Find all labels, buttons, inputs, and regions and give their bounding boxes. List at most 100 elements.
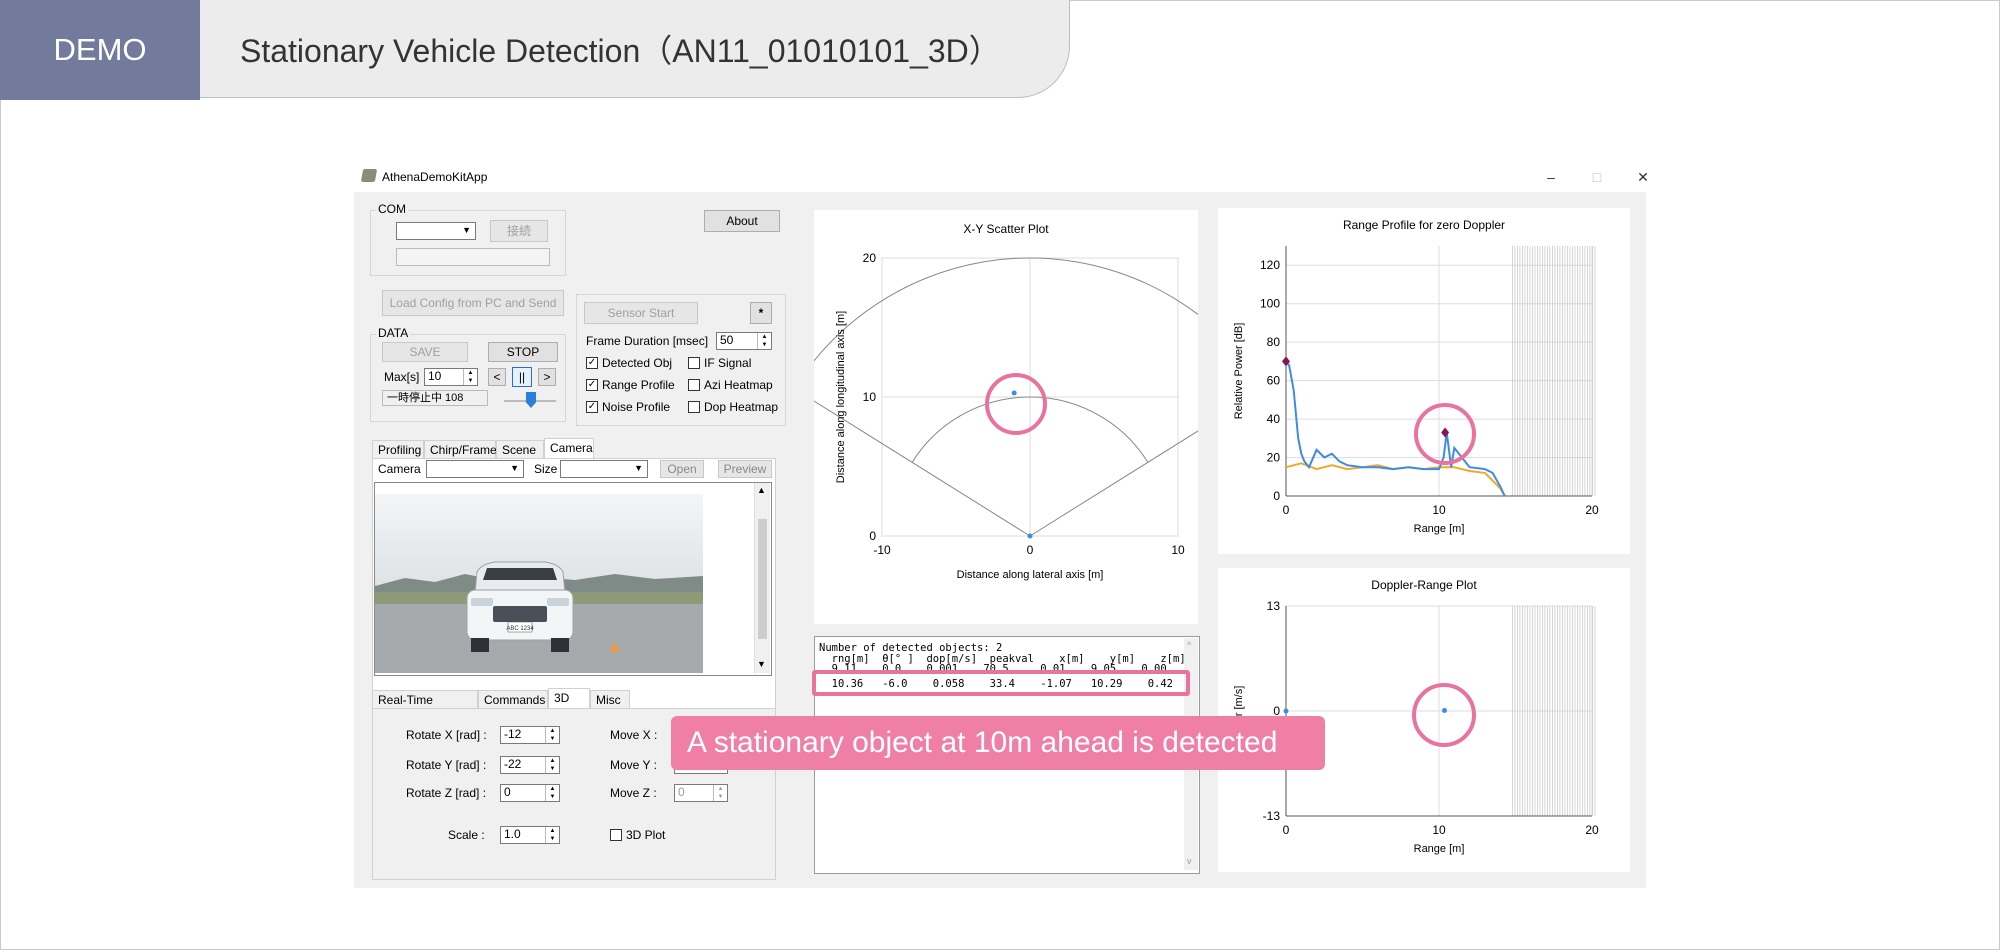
prev-frame-button[interactable]: < [488, 368, 506, 386]
next-frame-button[interactable]: > [538, 368, 556, 386]
scatter-y-tick: 0 [869, 529, 876, 543]
tab-misc[interactable]: Misc [590, 690, 630, 708]
checkbox-box: ✓ [586, 401, 598, 413]
window-title: AthenaDemoKitApp [382, 170, 488, 184]
scatter-x-tick: 0 [1027, 543, 1034, 557]
range-y-tick: 20 [1267, 451, 1281, 465]
doppler-ylabel: r [m/s] [1233, 686, 1245, 717]
annotation-callout: A stationary object at 10m ahead is dete… [671, 716, 1325, 770]
checkbox-box [688, 379, 700, 391]
scroll-up-icon[interactable]: ▲ [757, 485, 766, 495]
app-icon [360, 169, 378, 182]
highlight-circle-scatter [985, 373, 1047, 435]
scale-label: Scale : [448, 828, 485, 842]
frame-duration-input[interactable]: 50 ▲ ▼ [716, 332, 772, 350]
scatter-y-tick: 10 [863, 390, 877, 404]
spinner-arrows-icon: ▲ ▼ [545, 727, 559, 743]
scatter-fov-arc-outer [814, 257, 1198, 362]
checkbox-range-profile[interactable]: ✓ Range Profile [586, 378, 675, 392]
move-x-label: Move X : [610, 728, 658, 742]
scrollbar-thumb[interactable] [758, 519, 767, 639]
tab-real-time-tuning[interactable]: Real-Time Tuning [372, 690, 478, 721]
checkbox-dop-heatmap[interactable]: Dop Heatmap [688, 400, 778, 414]
about-button[interactable]: About [704, 210, 780, 232]
slide-title: Stationary Vehicle Detection（AN11_010101… [200, 0, 1070, 98]
com-label: COM [376, 202, 408, 216]
chevron-down-icon: ▼ [510, 463, 519, 473]
move-z-input[interactable]: 0 ▲ ▼ [674, 784, 728, 802]
range-y-tick: 60 [1267, 374, 1281, 388]
scroll-up-icon[interactable]: ^ [1187, 640, 1191, 650]
range-y-tick: 120 [1260, 258, 1280, 272]
checkbox-label: IF Signal [704, 356, 752, 370]
camera-select[interactable]: ▼ [426, 460, 524, 478]
tab-camera[interactable]: Camera [544, 438, 594, 458]
sensor-start-button[interactable]: Sensor Start [584, 302, 698, 324]
maximize-button[interactable]: □ [1582, 164, 1612, 190]
scatter-y-tick: 20 [863, 251, 877, 265]
tab-profiling[interactable]: Profiling [372, 440, 424, 458]
checkbox-box [610, 829, 622, 841]
app-window: AthenaDemoKitApp – □ ✕ COM ▼ 接続 About Lo… [354, 162, 1649, 888]
minimize-button[interactable]: – [1536, 164, 1566, 190]
tab-commands[interactable]: Commands [478, 690, 548, 708]
checkbox-detected-obj[interactable]: ✓ Detected Obj [586, 356, 672, 370]
scatter-fov-right [1029, 430, 1198, 537]
checkbox-box: ✓ [586, 357, 598, 369]
scatter-xlabel: Distance along lateral axis [m] [957, 569, 1104, 581]
checkbox-label: Detected Obj [602, 356, 673, 370]
spinner-arrows-icon: ▲ ▼ [463, 369, 477, 385]
max-seconds-label: Max[s] [384, 370, 420, 384]
demo-badge: DEMO [0, 0, 200, 100]
chevron-down-icon: ▼ [462, 225, 471, 235]
checkbox-noise-profile[interactable]: ✓ Noise Profile [586, 400, 670, 414]
tab-3d[interactable]: 3D [548, 688, 590, 708]
plot3d-checkbox[interactable]: 3D Plot [610, 828, 665, 842]
doppler-y-tick: -13 [1263, 809, 1281, 823]
range-y-tick: 40 [1267, 412, 1281, 426]
camera-preview-button[interactable]: Preview [718, 460, 772, 478]
pause-button[interactable]: || [512, 367, 532, 387]
rotate-x-input[interactable]: -12 ▲ ▼ [500, 726, 560, 744]
range-x-tick: 0 [1283, 503, 1290, 517]
connection-progress [396, 248, 550, 266]
rotate-y-input[interactable]: -22 ▲ ▼ [500, 756, 560, 774]
spinner-arrows-icon: ▲ ▼ [757, 333, 771, 349]
scale-input[interactable]: 1.0 ▲ ▼ [500, 826, 560, 844]
doppler-x-tick: 20 [1585, 823, 1599, 837]
scatter-ylabel: Distance along longitudinal axis [m] [835, 311, 847, 483]
doppler-point-1 [1283, 708, 1289, 714]
tab-scene[interactable]: Scene [496, 440, 544, 458]
size-select[interactable]: ▼ [560, 460, 648, 478]
doppler-xlabel: Range [m] [1414, 843, 1465, 855]
max-seconds-input[interactable]: 10 ▲ ▼ [424, 368, 478, 386]
checkbox-label: Azi Heatmap [704, 378, 773, 392]
checkbox-if-signal[interactable]: IF Signal [688, 356, 751, 370]
range-x-tick: 20 [1585, 503, 1599, 517]
rotate-z-input[interactable]: 0 ▲ ▼ [500, 784, 560, 802]
move-z-label: Move Z : [610, 786, 657, 800]
camera-open-button[interactable]: Open [660, 460, 704, 478]
checkbox-box [688, 401, 700, 413]
save-button[interactable]: SAVE [382, 342, 468, 362]
data-label: DATA [376, 326, 411, 340]
connect-button[interactable]: 接続 [490, 220, 548, 242]
camera-scrollbar[interactable]: ▲ ▼ [754, 483, 770, 673]
stop-button[interactable]: STOP [488, 342, 558, 362]
checkbox-label: Range Profile [602, 378, 675, 392]
move-y-label: Move Y : [610, 758, 657, 772]
scroll-down-icon[interactable]: ▼ [757, 659, 766, 669]
license-plate: ABC 1234 [506, 626, 534, 632]
checkbox-azi-heatmap[interactable]: Azi Heatmap [688, 378, 773, 392]
load-config-button[interactable]: Load Config from PC and Send [382, 290, 564, 316]
range-y-tick: 0 [1273, 489, 1280, 503]
close-button[interactable]: ✕ [1628, 164, 1658, 190]
star-button[interactable]: * [750, 302, 772, 324]
com-port-select[interactable]: ▼ [396, 222, 476, 240]
doppler-x-tick: 10 [1432, 823, 1446, 837]
tab-chirp-frame[interactable]: Chirp/Frame [424, 440, 497, 458]
checkbox-label: Dop Heatmap [704, 400, 779, 414]
range-y-tick: 80 [1267, 335, 1281, 349]
checkbox-label: Noise Profile [602, 400, 671, 414]
scroll-down-icon[interactable]: v [1187, 856, 1192, 866]
